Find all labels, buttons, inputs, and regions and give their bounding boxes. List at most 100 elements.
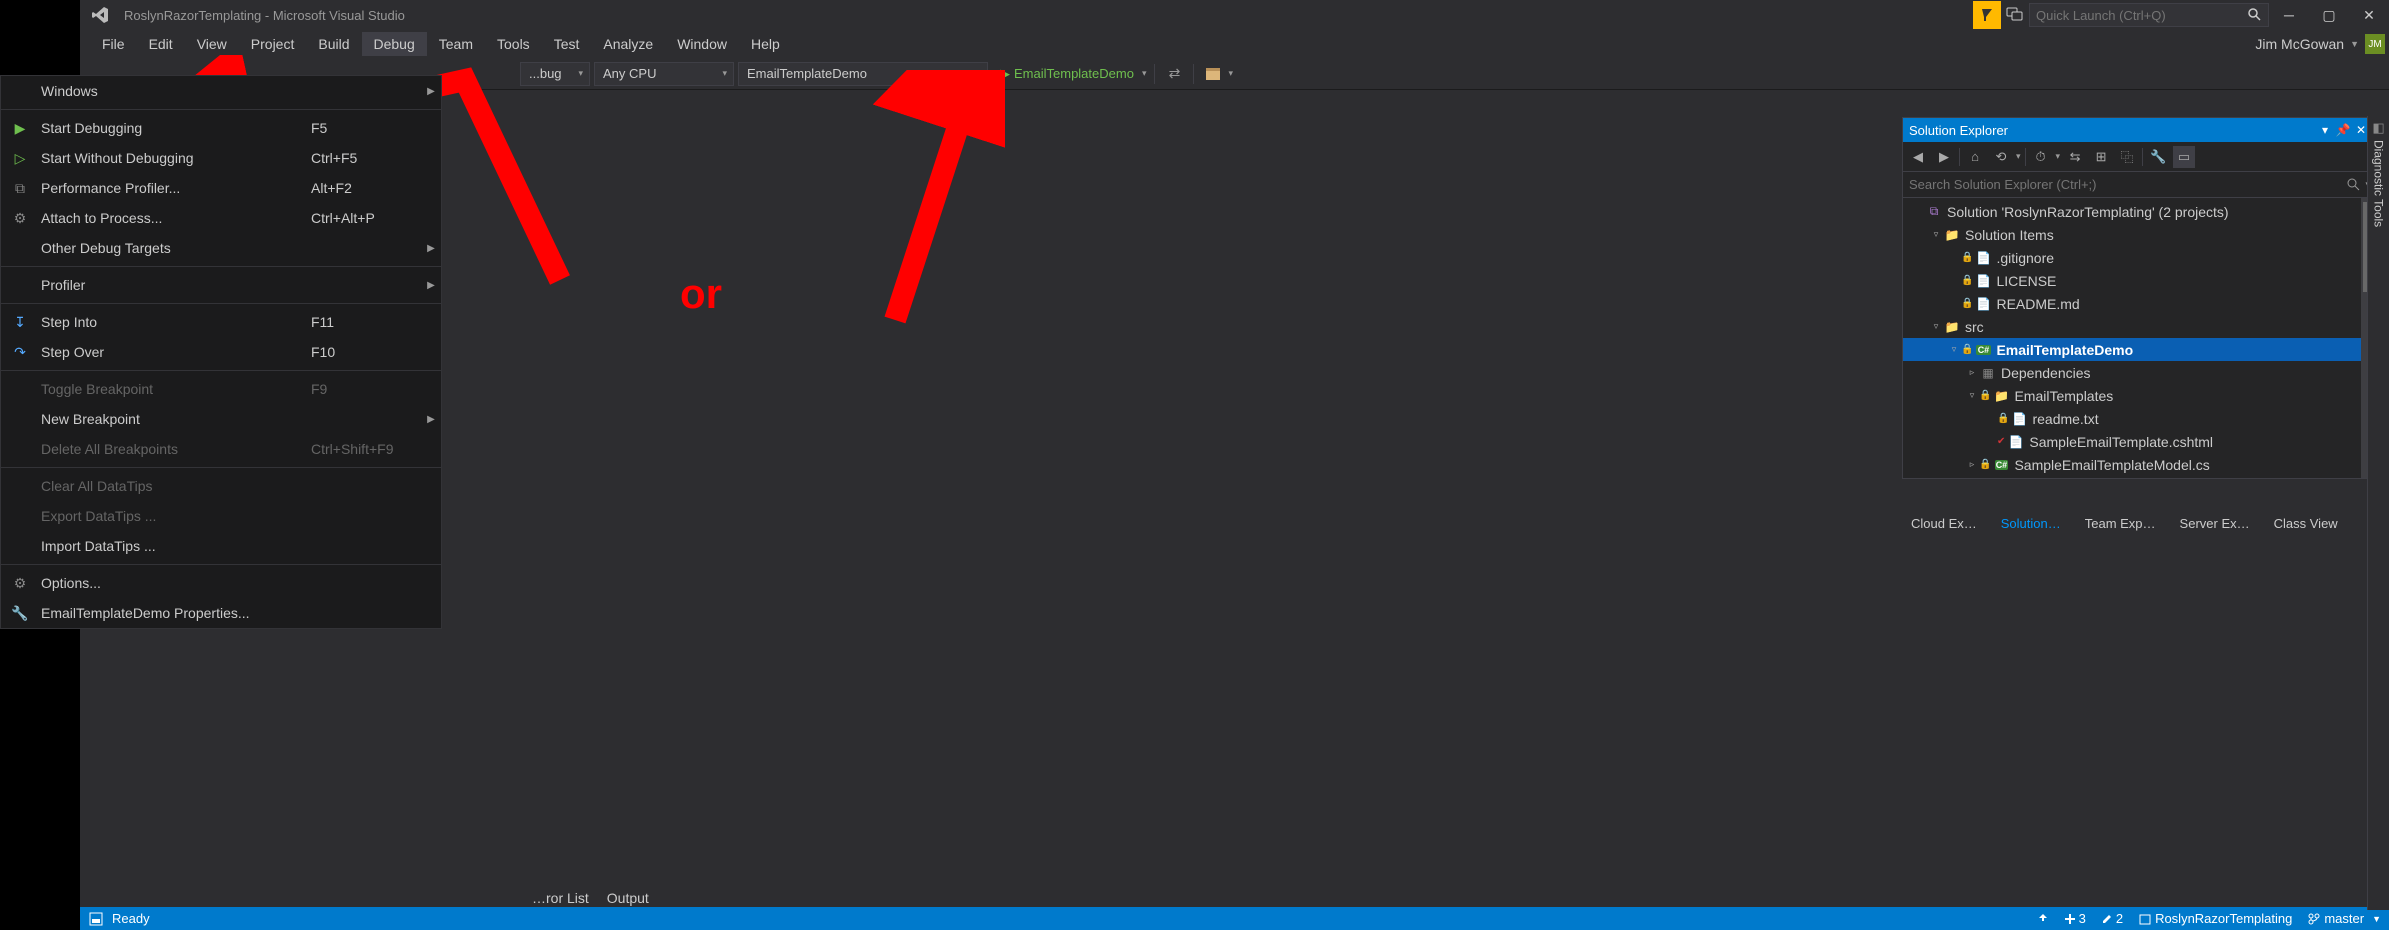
menu-team[interactable]: Team <box>427 32 485 56</box>
properties-icon[interactable]: 🔧 <box>2147 146 2169 168</box>
start-debugging-button[interactable]: ▶ EmailTemplateDemo ▾ <box>992 66 1146 82</box>
menu-analyze[interactable]: Analyze <box>591 32 665 56</box>
user-name[interactable]: Jim McGowan <box>2255 36 2350 52</box>
panel-titlebar[interactable]: Solution Explorer ▾ 📌 ✕ <box>1903 118 2376 142</box>
pending-adds[interactable]: 3 <box>2057 911 2094 926</box>
solution-tree[interactable]: ⧉Solution 'RoslynRazorTemplating' (2 pro… <box>1903 198 2376 478</box>
menu-item-new-breakpoint[interactable]: New Breakpoint▶ <box>1 404 441 434</box>
maximize-button[interactable]: ▢ <box>2309 0 2349 30</box>
tree-node[interactable]: 🔒📄.gitignore <box>1903 246 2376 269</box>
menu-project[interactable]: Project <box>239 32 307 56</box>
menu-test[interactable]: Test <box>542 32 592 56</box>
panel-tabstrip: Cloud Ex…Solution…Team Exp…Server Ex…Cla… <box>1899 512 2389 538</box>
tree-node[interactable]: 🔒📄readme.txt <box>1903 407 2376 430</box>
pending-edits[interactable]: 2 <box>2094 911 2131 926</box>
solution-platform-combo[interactable]: Any CPU <box>594 62 734 86</box>
back-icon[interactable]: ◀ <box>1907 146 1929 168</box>
user-avatar[interactable]: JM <box>2365 34 2385 54</box>
menu-window[interactable]: Window <box>665 32 739 56</box>
menu-item-label: Import DataTips ... <box>39 538 311 554</box>
menu-file[interactable]: File <box>90 32 137 56</box>
forward-icon[interactable]: ▶ <box>1933 146 1955 168</box>
sync-with-active-icon[interactable]: ⇆ <box>2064 146 2086 168</box>
menu-view[interactable]: View <box>185 32 239 56</box>
pin-icon[interactable]: 📌 <box>2334 123 2352 137</box>
tree-node[interactable]: ⧉Solution 'RoslynRazorTemplating' (2 pro… <box>1903 200 2376 223</box>
window-title: RoslynRazorTemplating - Microsoft Visual… <box>124 8 405 23</box>
panel-tab[interactable]: Class View <box>2262 512 2350 538</box>
tab-output[interactable]: Output <box>607 890 649 906</box>
refresh-icon[interactable]: ⊞ <box>2090 146 2112 168</box>
menu-item-step-into[interactable]: ↧Step IntoF11 <box>1 307 441 337</box>
feedback-icon[interactable] <box>2001 1 2029 29</box>
tree-node[interactable]: ▿🔒C#EmailTemplateDemo <box>1903 338 2376 361</box>
diagnostic-tools-icon[interactable]: ◧ <box>2372 120 2384 136</box>
sync-icon[interactable]: ⟲ <box>1990 146 2012 168</box>
preview-icon[interactable]: ▭ <box>2173 146 2195 168</box>
expander-icon[interactable]: ▿ <box>1947 344 1961 355</box>
menu-item-label: Options... <box>39 575 311 591</box>
menu-item-attach-to-process[interactable]: ⚙Attach to Process...Ctrl+Alt+P <box>1 203 441 233</box>
publish-button[interactable] <box>2029 913 2057 925</box>
home-icon[interactable]: ⌂ <box>1964 146 1986 168</box>
tree-node[interactable]: 🔒📄LICENSE <box>1903 269 2376 292</box>
menu-item-emailtemplatedemo-properties[interactable]: 🔧EmailTemplateDemo Properties... <box>1 598 441 628</box>
tree-node[interactable]: ✔📄SampleEmailTemplate.cshtml <box>1903 430 2376 453</box>
panel-tab[interactable]: Server Ex… <box>2168 512 2262 538</box>
statusbar: Ready 3 2 RoslynRazorTemplating master ▼ <box>80 907 2389 930</box>
menu-item-other-debug-targets[interactable]: Other Debug Targets▶ <box>1 233 441 263</box>
browser-link-icon[interactable]: ⇄ <box>1163 63 1185 85</box>
menu-tools[interactable]: Tools <box>485 32 542 56</box>
menu-item-options[interactable]: ⚙Options... <box>1 568 441 598</box>
panel-search[interactable]: ▾ <box>1903 172 2376 198</box>
chevron-down-icon[interactable]: ▾ <box>1138 68 1147 79</box>
toolbox-icon[interactable] <box>1202 63 1224 85</box>
menu-item-import-datatips[interactable]: Import DataTips ... <box>1 531 441 561</box>
menu-item-windows[interactable]: Windows▶ <box>1 76 441 106</box>
panel-tab[interactable]: Solution… <box>1989 512 2073 538</box>
menu-item-icon: ⚙ <box>1 210 39 227</box>
menu-build[interactable]: Build <box>306 32 361 56</box>
tree-node[interactable]: ▿📁Solution Items <box>1903 223 2376 246</box>
separator <box>1 109 441 110</box>
menu-item-start-without-debugging[interactable]: ▷Start Without DebuggingCtrl+F5 <box>1 143 441 173</box>
menu-edit[interactable]: Edit <box>137 32 185 56</box>
close-button[interactable]: ✕ <box>2349 0 2389 30</box>
expander-icon[interactable]: ▹ <box>1965 459 1979 470</box>
diagnostic-tools-tab[interactable]: Diagnostic Tools <box>2372 136 2386 231</box>
panel-tab[interactable]: Team Exp… <box>2073 512 2168 538</box>
tree-node[interactable]: ▿🔒📁EmailTemplates <box>1903 384 2376 407</box>
notification-flag-icon[interactable] <box>1973 1 2001 29</box>
chevron-down-icon[interactable]: ▾ <box>1228 68 1233 79</box>
chevron-down-icon[interactable]: ▼ <box>2350 39 2365 49</box>
tree-node[interactable]: ▿📁src <box>1903 315 2376 338</box>
menu-help[interactable]: Help <box>739 32 792 56</box>
pending-changes-filter-icon[interactable]: ⏱ <box>2030 146 2052 168</box>
quick-launch-input[interactable] <box>2029 3 2269 27</box>
menu-debug[interactable]: Debug <box>362 32 427 56</box>
expander-icon[interactable]: ▹ <box>1965 367 1979 378</box>
menu-item-step-over[interactable]: ↷Step OverF10 <box>1 337 441 367</box>
status-icon <box>80 911 112 927</box>
minimize-button[interactable]: ─ <box>2269 0 2309 30</box>
expander-icon[interactable]: ▿ <box>1965 390 1979 401</box>
menu-item-shortcut: Ctrl+Shift+F9 <box>311 441 421 457</box>
lock-icon: 🔒 <box>1961 252 1973 263</box>
panel-tab[interactable]: Cloud Ex… <box>1899 512 1989 538</box>
menu-item-performance-profiler[interactable]: ⧉Performance Profiler...Alt+F2 <box>1 173 441 203</box>
separator <box>1 467 441 468</box>
panel-menu-icon[interactable]: ▾ <box>2316 123 2334 137</box>
show-all-files-icon[interactable]: ⿻ <box>2116 146 2138 168</box>
tab-error-list[interactable]: …ror List <box>532 890 589 906</box>
branch-name[interactable]: master ▼ <box>2300 911 2389 926</box>
repo-name[interactable]: RoslynRazorTemplating <box>2131 911 2300 926</box>
tree-node[interactable]: 🔒📄README.md <box>1903 292 2376 315</box>
menu-item-export-datatips: Export DataTips ... <box>1 501 441 531</box>
menu-item-profiler[interactable]: Profiler▶ <box>1 270 441 300</box>
menu-item-start-debugging[interactable]: ▶Start DebuggingF5 <box>1 113 441 143</box>
expander-icon[interactable]: ▿ <box>1929 321 1943 332</box>
tree-node[interactable]: ▹🔒C#SampleEmailTemplateModel.cs <box>1903 453 2376 476</box>
tree-node[interactable]: ▹▦Dependencies <box>1903 361 2376 384</box>
separator <box>1193 64 1194 84</box>
expander-icon[interactable]: ▿ <box>1929 229 1943 240</box>
